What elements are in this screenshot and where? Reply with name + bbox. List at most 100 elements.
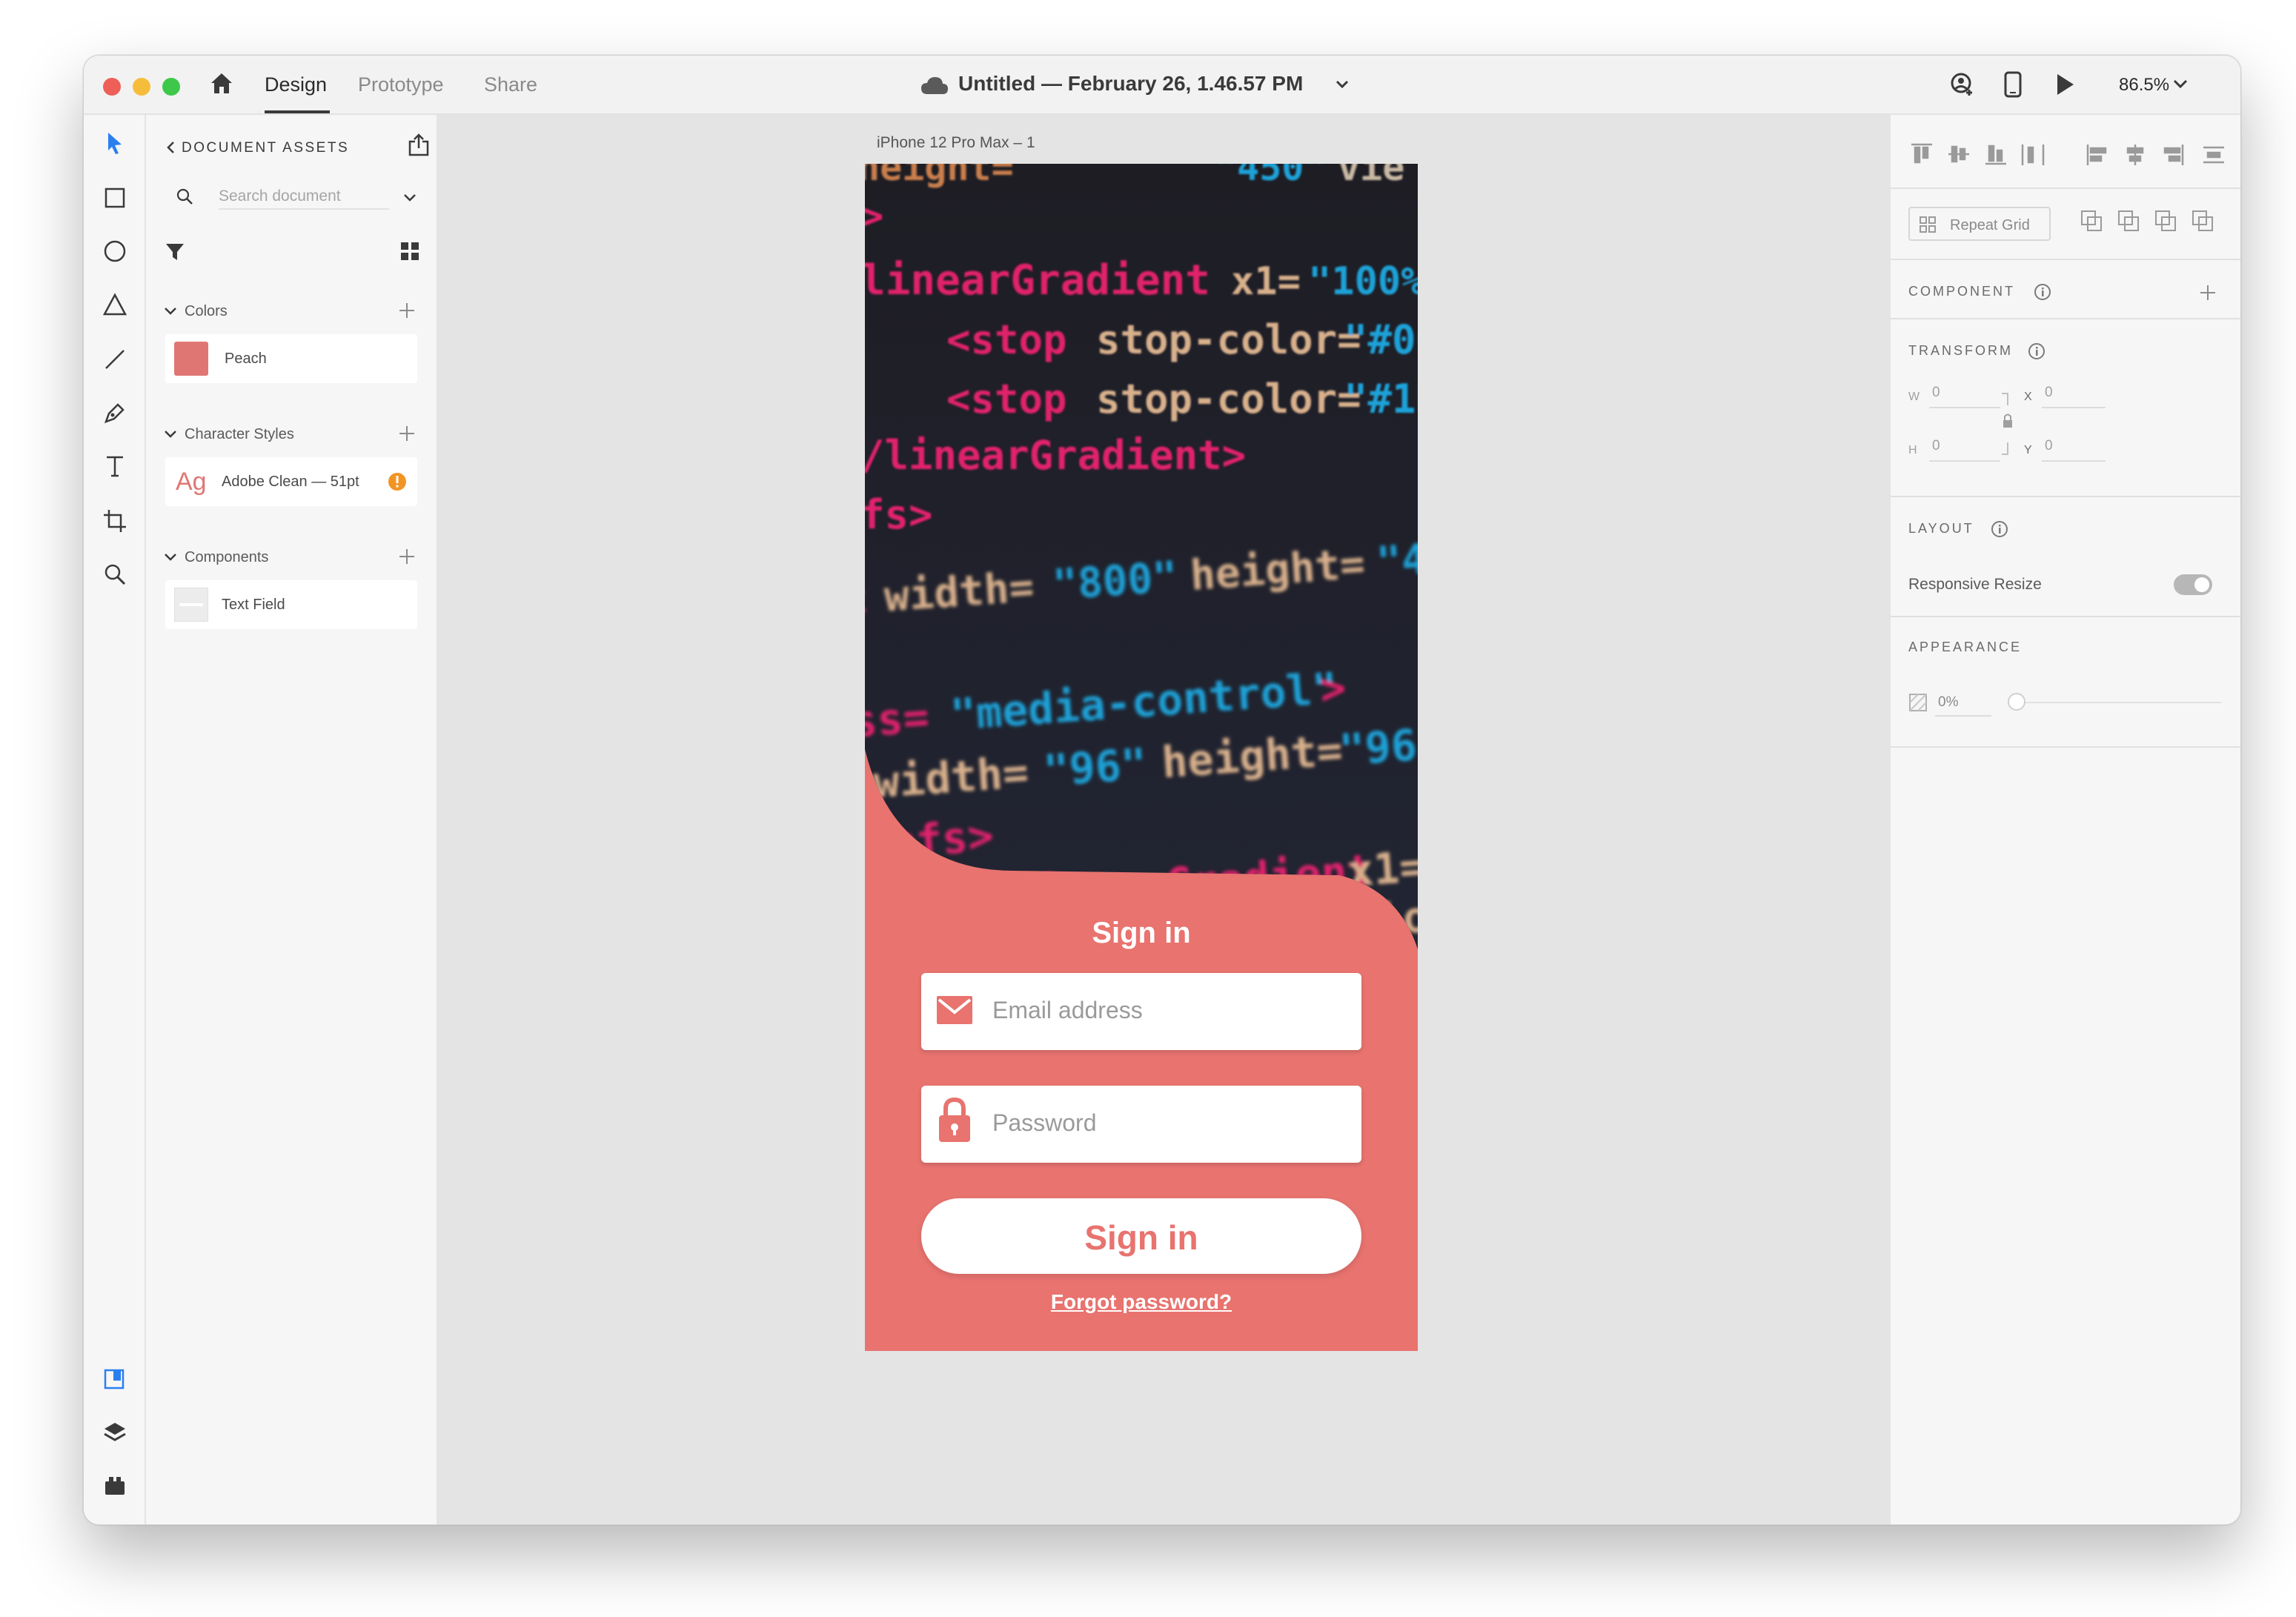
color-swatch-item[interactable]: Peach (165, 334, 417, 383)
layout-section-label: LAYOUT (1908, 521, 1974, 536)
select-tool[interactable] (100, 128, 130, 158)
play-icon[interactable] (2054, 72, 2076, 97)
pen-icon (104, 403, 125, 424)
search-filter-chevron-icon[interactable] (402, 192, 417, 204)
svg-text:ss=: ss= (865, 691, 931, 747)
components-collapse-chevron-icon[interactable] (164, 552, 177, 562)
select-icon (108, 133, 122, 154)
plugins-icon (105, 1477, 125, 1495)
svg-text:linearGradient: linearGradient (865, 256, 1210, 305)
svg-text:"#06: "#06 (1344, 316, 1418, 363)
artboard-tool[interactable] (100, 506, 130, 536)
components-section-label: Components (185, 549, 269, 565)
repeat-grid-icon (1920, 216, 1936, 233)
signin-button-label: Sign in (1084, 1218, 1198, 1257)
zoom-chevron-icon[interactable] (2172, 78, 2189, 90)
svg-text:"100%": "100%" (1308, 259, 1418, 304)
code-background-image[interactable]: height= "450" vie > linearGradient x1= "… (865, 164, 1418, 1351)
title-bar: Design Prototype Share Untitled — Februa… (84, 56, 2240, 115)
opacity-slider-track[interactable] (2009, 702, 2221, 703)
opacity-slider-handle[interactable] (2008, 693, 2025, 711)
character-style-item[interactable]: Ag Adobe Clean — 51pt (165, 457, 417, 506)
y-input[interactable]: 0 (2045, 438, 2053, 454)
polygon-tool[interactable] (100, 290, 130, 319)
forgot-password-link[interactable]: Forgot password? (865, 1290, 1418, 1314)
signin-title: Sign in (1092, 917, 1191, 949)
svg-text:x1=: x1= (1346, 841, 1418, 897)
tab-prototype[interactable]: Prototype (358, 73, 444, 96)
artboard-iphone[interactable]: height= "450" vie > linearGradient x1= "… (865, 164, 1418, 1351)
pen-tool[interactable] (100, 398, 130, 428)
ellipse-tool[interactable] (100, 236, 130, 266)
add-component-icon[interactable] (399, 549, 414, 564)
add-color-icon[interactable] (399, 303, 414, 318)
tab-design[interactable]: Design (265, 73, 327, 96)
document-title[interactable]: Untitled — February 26, 1.46.57 PM (958, 72, 1303, 96)
component-info-icon[interactable] (2033, 282, 2052, 302)
add-character-style-icon[interactable] (399, 426, 414, 441)
opacity-value[interactable]: 0% (1938, 694, 1958, 711)
back-chevron-icon[interactable] (165, 140, 177, 155)
filter-icon[interactable] (164, 241, 186, 263)
transform-info-icon[interactable] (2027, 342, 2046, 361)
layout-info-icon[interactable] (1990, 519, 2009, 539)
tab-share[interactable]: Share (484, 73, 537, 96)
height-input[interactable]: 0 (1932, 438, 1940, 454)
y-label: Y (2024, 444, 2032, 456)
email-field[interactable]: Email address (921, 973, 1361, 1050)
search-input[interactable]: Search document (219, 187, 389, 210)
home-icon[interactable] (208, 70, 235, 97)
zoom-level[interactable]: 86.5% (2119, 75, 2169, 96)
svg-text:defs>: defs> (865, 810, 995, 869)
grid-view-icon[interactable] (399, 241, 420, 262)
svg-text:>: > (1318, 663, 1348, 714)
export-icon[interactable] (407, 133, 431, 158)
minimize-window-button[interactable] (133, 78, 150, 96)
signin-button[interactable]: Sign in (921, 1198, 1361, 1274)
character-style-name: Adobe Clean — 51pt (222, 474, 359, 490)
plugins-tool[interactable] (100, 1471, 130, 1501)
search-icon (176, 188, 193, 205)
lock-aspect-icon[interactable] (2000, 391, 2012, 457)
tool-bar (84, 115, 146, 1524)
property-inspector: Repeat Grid COMPONENT TRANSFORM W 0 H 0 … (1889, 115, 2240, 1524)
warning-icon[interactable] (388, 472, 407, 491)
transform-section-label: TRANSFORM (1908, 343, 2013, 358)
svg-text:<stop: <stop (946, 376, 1067, 422)
x-input[interactable]: 0 (2045, 385, 2053, 401)
line-icon (105, 350, 125, 369)
svg-text:"450": "450" (1215, 164, 1327, 189)
document-assets-tool[interactable] (100, 1364, 130, 1394)
zoom-icon (104, 564, 126, 585)
chevron-down-icon[interactable] (1335, 79, 1350, 90)
responsive-resize-toggle[interactable] (2174, 574, 2212, 595)
text-tool[interactable] (100, 451, 130, 481)
svg-text:fs>: fs> (865, 491, 933, 538)
line-tool[interactable] (100, 345, 130, 374)
align-toolbar (1911, 143, 2224, 165)
svg-text:height=: height= (865, 164, 1014, 189)
layers-icon (104, 1423, 126, 1441)
svg-text:"450: "450 (1375, 532, 1418, 587)
artboard-icon (104, 510, 126, 532)
colors-collapse-chevron-icon[interactable] (164, 306, 177, 316)
rectangle-tool[interactable] (100, 183, 130, 213)
repeat-grid-button[interactable]: Repeat Grid (1908, 207, 2051, 241)
artboard-label[interactable]: iPhone 12 Pro Max – 1 (877, 134, 1035, 152)
character-styles-collapse-chevron-icon[interactable] (164, 429, 177, 439)
password-field[interactable]: Password (921, 1086, 1361, 1163)
document-assets-panel: DOCUMENT ASSETS Search document Colors P… (146, 115, 437, 1524)
width-input[interactable]: 0 (1932, 385, 1940, 401)
maximize-window-button[interactable] (162, 78, 180, 96)
zoom-tool[interactable] (100, 560, 130, 589)
add-component-state-icon[interactable] (2200, 285, 2215, 300)
svg-text:"#1D: "#1D (1344, 376, 1418, 422)
svg-text:>: > (865, 194, 883, 239)
share-user-icon[interactable] (1948, 72, 1975, 99)
layers-tool[interactable] (100, 1418, 130, 1447)
component-item[interactable]: Text Field (165, 580, 417, 629)
character-style-preview: Ag (176, 468, 207, 496)
device-preview-icon[interactable] (2003, 70, 2023, 99)
close-window-button[interactable] (103, 78, 121, 96)
lock-icon (939, 1097, 970, 1142)
